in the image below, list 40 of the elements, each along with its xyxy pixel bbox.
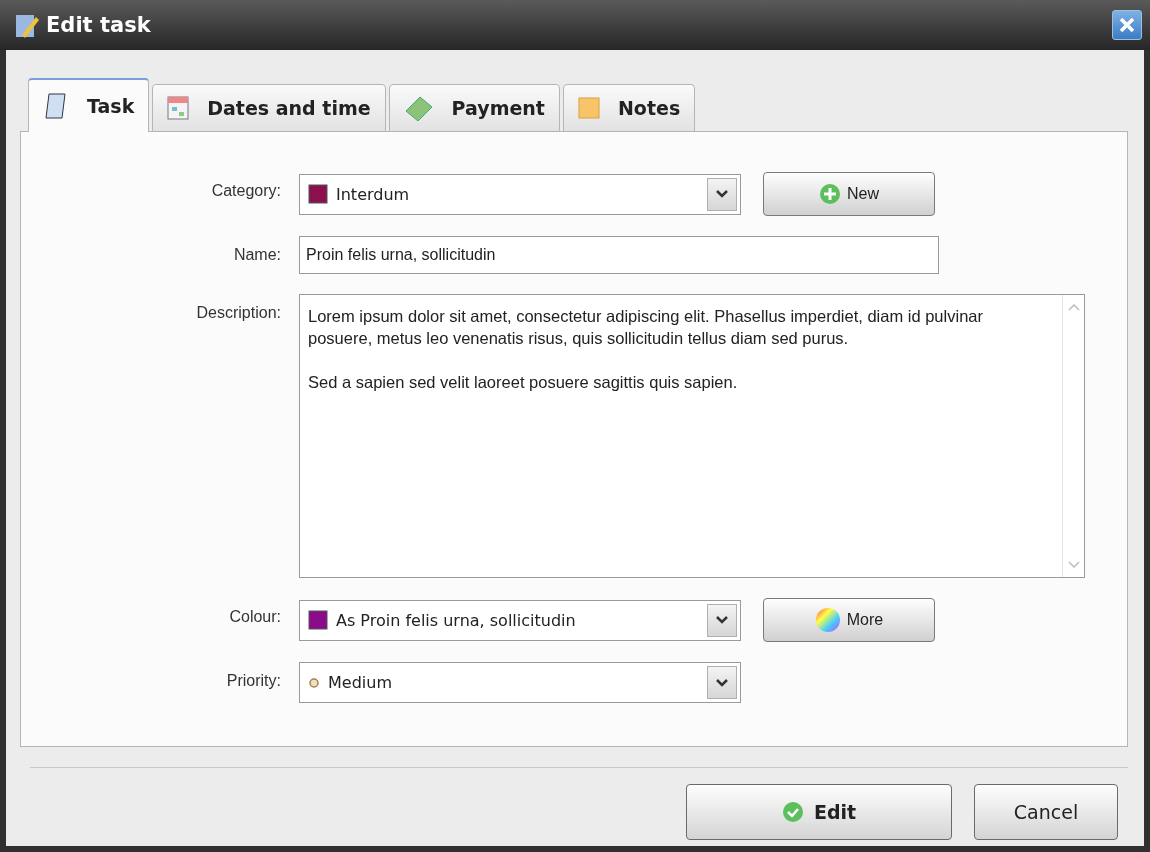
more-button[interactable]: More <box>763 598 935 642</box>
tab[interactable]: Payment <box>388 84 560 132</box>
dialog-button[interactable]: Cancel <box>974 784 1118 840</box>
dropdown-value: Medium <box>328 673 393 692</box>
close-button[interactable] <box>1112 10 1142 40</box>
circle-icon <box>308 676 320 689</box>
close-icon <box>1118 16 1136 34</box>
calendar-icon <box>167 96 190 120</box>
chevron-down-icon <box>715 189 729 199</box>
tab[interactable]: Task <box>28 78 150 132</box>
dropdown-value: As Proin felis urna, sollicitudin <box>336 610 577 630</box>
name-field[interactable]: Proin felis urna, sollicitudin <box>299 236 939 274</box>
dropdown-value: Interdum <box>336 184 411 204</box>
dropdown-button[interactable] <box>707 666 737 699</box>
dropdown-button[interactable] <box>707 177 737 211</box>
checkmark-icon <box>781 801 804 823</box>
dropdown-button[interactable] <box>707 603 737 637</box>
chevron-down-icon <box>715 615 729 625</box>
chevron-down-icon <box>715 677 729 688</box>
window-title: Edit task <box>46 13 152 37</box>
scroll-up-icon <box>1067 303 1080 311</box>
description-field[interactable]: Lorem ipsum dolor sit amet, consectetur adipiscing elit. Phasellus imperdiet, diam id pulvinar posuere, metus leo venenatis risus, quis sollicitudin tellus diam sed purus. Sed a sapien sed velit laoreet posuere sagittis quis sapien. <box>299 294 1085 578</box>
note-icon <box>577 97 600 119</box>
color-wheel-icon <box>814 607 841 633</box>
dropdown[interactable]: Interdum <box>299 173 741 215</box>
field-label: Category: <box>210 181 281 201</box>
field-label: Colour: <box>228 607 281 627</box>
default-button[interactable]: Edit <box>686 784 952 840</box>
field-label: Description: <box>195 303 281 323</box>
new-button[interactable]: New <box>763 172 935 216</box>
field-label: Name: <box>232 245 281 265</box>
color-swatch-icon <box>308 184 328 204</box>
tab[interactable]: Dates and time <box>152 84 386 132</box>
tab[interactable]: Notes <box>562 84 696 132</box>
plus-icon <box>819 183 841 205</box>
scroll-down-icon <box>1067 561 1080 569</box>
color-swatch-icon <box>308 610 328 630</box>
dropdown[interactable]: Medium <box>299 662 741 703</box>
field-label: Priority: <box>225 671 281 691</box>
dropdown[interactable]: As Proin felis urna, sollicitudin <box>299 599 741 641</box>
